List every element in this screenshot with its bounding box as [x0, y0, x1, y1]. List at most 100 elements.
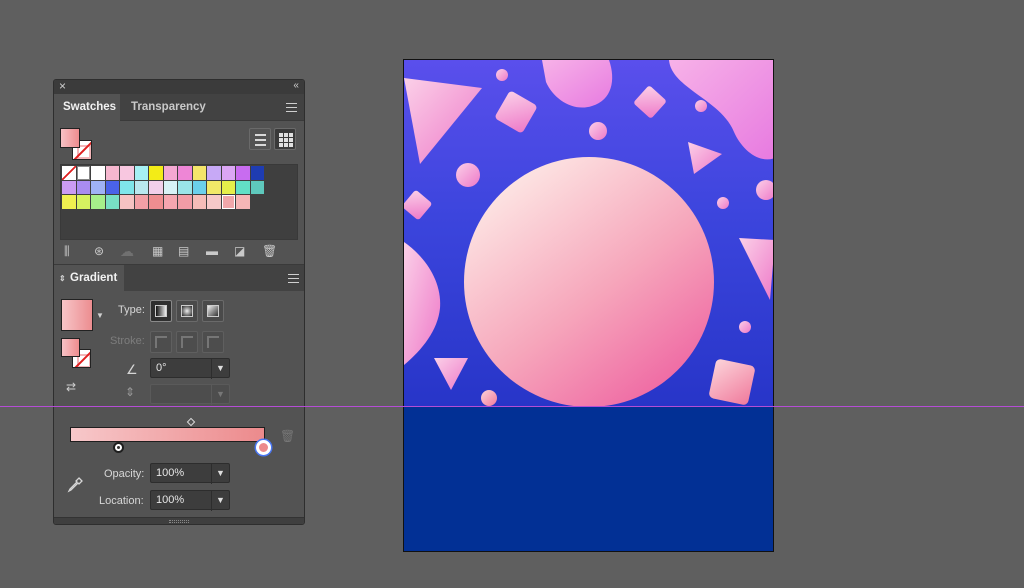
swatch-item[interactable]	[163, 180, 177, 194]
collapse-icon[interactable]: ‹‹	[293, 80, 299, 93]
swatch-item[interactable]	[163, 166, 177, 180]
gradient-fill-stroke-indicator[interactable]	[61, 338, 91, 368]
swatch-item[interactable]	[149, 195, 163, 209]
swatch-item[interactable]	[192, 195, 206, 209]
swatches-tab-row: Swatches Transparency	[54, 94, 304, 121]
swatch-item[interactable]	[236, 180, 250, 194]
gradient-preset-dropdown-icon[interactable]: ▼	[96, 311, 104, 320]
swatch-item[interactable]	[178, 166, 192, 180]
swatch-item[interactable]	[207, 166, 221, 180]
swatch-list	[60, 164, 298, 240]
swatch-item[interactable]	[105, 195, 119, 209]
tab-gradient[interactable]: ⇕ Gradient	[54, 265, 124, 292]
new-group-folder-icon[interactable]: ▬	[206, 244, 218, 258]
fill-stroke-indicator[interactable]	[60, 128, 92, 160]
swatch-item[interactable]	[221, 195, 235, 209]
swatch-item[interactable]	[134, 180, 148, 194]
opacity-field[interactable]: 100% ▼	[150, 463, 230, 484]
aspect-dropdown-icon: ▼	[211, 385, 229, 405]
swatch-item[interactable]	[105, 180, 119, 194]
swatch-item[interactable]	[62, 180, 76, 194]
swatch-item[interactable]	[250, 180, 264, 194]
eyedropper-icon[interactable]	[66, 476, 84, 494]
swatch-item[interactable]	[236, 195, 250, 209]
swatch-item[interactable]	[207, 195, 221, 209]
swatch-item[interactable]	[192, 180, 206, 194]
panel-menu-icon[interactable]	[286, 103, 297, 112]
gradient-preview-swatch[interactable]	[61, 299, 93, 331]
swatch-item	[265, 166, 279, 180]
reverse-gradient-icon[interactable]: ⇄	[66, 380, 76, 394]
gradient-stop-end[interactable]	[256, 440, 271, 455]
swatch-item	[251, 195, 265, 209]
swatch-item	[265, 195, 279, 209]
location-value: 100%	[156, 494, 185, 506]
swatch-item[interactable]	[178, 195, 192, 209]
opacity-label: Opacity:	[104, 468, 145, 480]
dot-shape	[717, 197, 729, 209]
angle-field[interactable]: 0° ▼	[150, 358, 230, 379]
panel-resize-handle[interactable]	[54, 517, 304, 524]
swatch-item[interactable]	[149, 166, 163, 180]
none-swatch[interactable]	[62, 166, 76, 180]
delete-swatch-icon[interactable]: 🗑	[262, 244, 277, 258]
stroke-label: Stroke:	[110, 335, 145, 347]
gradient-menu-icon[interactable]	[288, 274, 299, 283]
stroke-across-button	[202, 331, 224, 353]
new-swatch-icon[interactable]: ◪	[234, 244, 245, 258]
list-view-button[interactable]	[249, 128, 271, 150]
linear-gradient-button[interactable]	[150, 300, 172, 322]
location-field[interactable]: 100% ▼	[150, 490, 230, 511]
swatch-item[interactable]	[163, 195, 177, 209]
gradient-stop-start[interactable]	[113, 442, 124, 453]
panel-title-bar[interactable]: × ‹‹	[54, 80, 304, 94]
thumbnail-view-button[interactable]	[274, 128, 296, 150]
gradient-midpoint-handle[interactable]	[186, 417, 196, 427]
tab-swatches[interactable]: Swatches	[54, 94, 120, 121]
swatch-item[interactable]	[221, 166, 235, 180]
fill-swatch[interactable]	[60, 128, 80, 148]
artboard[interactable]	[403, 59, 774, 552]
swatch-item[interactable]	[62, 195, 76, 209]
dot-shape	[695, 100, 707, 112]
aspect-ratio-icon: ⇕	[125, 385, 136, 399]
swatch-item[interactable]	[134, 195, 148, 209]
swatch-item[interactable]	[236, 166, 250, 180]
location-dropdown-icon[interactable]: ▼	[211, 491, 229, 511]
swatch-item[interactable]	[120, 195, 134, 209]
swatch-item[interactable]	[120, 166, 134, 180]
horizontal-guide	[0, 406, 1024, 407]
opacity-dropdown-icon[interactable]: ▼	[211, 464, 229, 484]
swatch-item[interactable]	[91, 166, 105, 180]
registration-swatch[interactable]	[76, 166, 90, 180]
type-label: Type:	[118, 304, 145, 316]
radial-gradient-button[interactable]	[176, 300, 198, 322]
dot-shape	[496, 69, 508, 81]
swatch-item[interactable]	[221, 180, 235, 194]
swatch-item[interactable]	[105, 166, 119, 180]
swatch-item[interactable]	[207, 180, 221, 194]
swatch-item[interactable]	[192, 166, 206, 180]
gradient-slider[interactable]	[70, 427, 265, 442]
swatch-libraries-icon[interactable]: ⫼	[64, 244, 70, 258]
swatch-item[interactable]	[91, 180, 105, 194]
swatch-item[interactable]	[149, 180, 163, 194]
swatch-item[interactable]	[120, 180, 134, 194]
swatch-item[interactable]	[91, 195, 105, 209]
freeform-gradient-button[interactable]	[202, 300, 224, 322]
swatch-item[interactable]	[178, 180, 192, 194]
swatch-item[interactable]	[134, 166, 148, 180]
expand-arrows-icon[interactable]: ⇕	[59, 265, 66, 292]
close-icon[interactable]: ×	[59, 80, 66, 93]
place-swatches-icon[interactable]: ⊛	[94, 244, 104, 258]
swatch-item[interactable]	[76, 195, 90, 209]
swatch-item[interactable]	[76, 180, 90, 194]
gradient-tab-label: Gradient	[70, 272, 118, 284]
angle-dropdown-icon[interactable]: ▼	[211, 359, 229, 379]
swatch-options-icon[interactable]: ▤	[178, 244, 189, 258]
swatch-item[interactable]	[250, 166, 264, 180]
stroke-within-button	[150, 331, 172, 353]
tab-transparency[interactable]: Transparency	[122, 94, 215, 121]
gradient-fill-swatch[interactable]	[61, 338, 80, 357]
color-group-icon[interactable]: ▦	[152, 244, 163, 258]
